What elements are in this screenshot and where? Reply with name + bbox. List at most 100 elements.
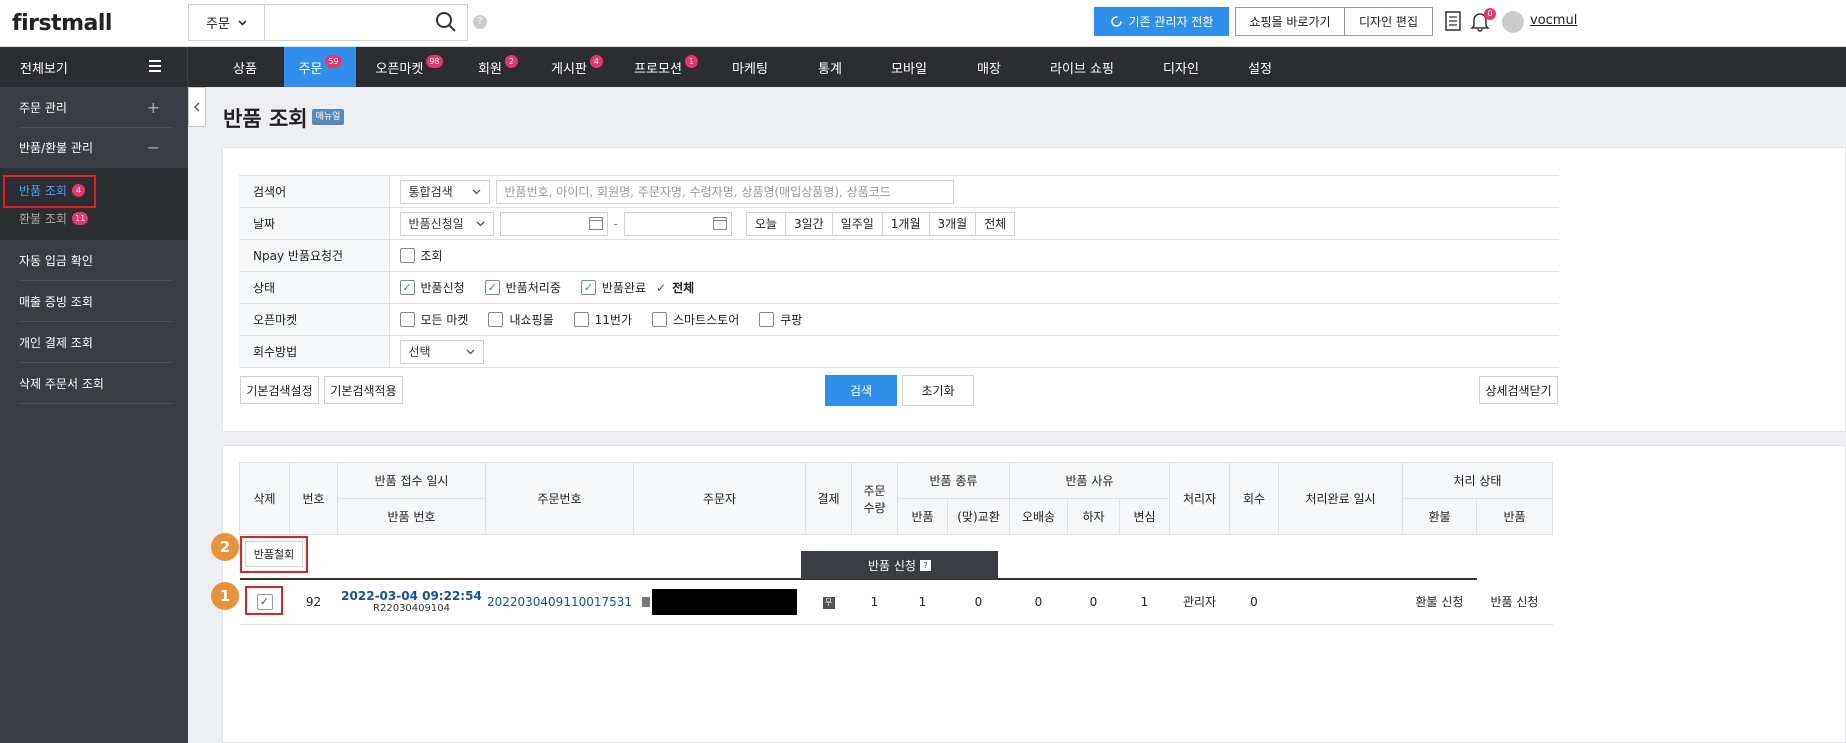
nav-label: 라이브 쇼핑 [1050, 61, 1114, 77]
range-all[interactable]: 전체 [976, 213, 1014, 235]
member-grade-icon [642, 596, 650, 607]
keyword-type-select[interactable]: 통합검색 [399, 179, 490, 204]
cell-reason-defect: 0 [1067, 578, 1120, 625]
select-value: 통합검색 [408, 185, 453, 199]
range-1month[interactable]: 1개월 [883, 212, 930, 235]
start-date-input[interactable] [499, 211, 608, 236]
calendar-icon[interactable] [588, 217, 603, 230]
cell-order-no[interactable]: 2022030409110017531 [485, 578, 634, 625]
search-form: 검색어 통합검색 반품번호, 아이디, 회원명, 주문자명, 수령자명, 상품명… [239, 175, 1559, 368]
help-icon[interactable]: ? [919, 559, 931, 571]
top-bar: firstmall 주문 ? 기존 관리자 전환 쇼핑몰 바로가기 디자인 편집… [0, 0, 1846, 47]
checkbox-label: 반품처리중 [505, 281, 561, 295]
cell-qty: 1 [851, 578, 898, 625]
switch-admin-label: 기존 관리자 전환 [1128, 15, 1214, 29]
nav-label: 모바일 [891, 61, 927, 77]
market-checkbox-own[interactable] [488, 312, 504, 327]
col-handler: 처리자 [1169, 462, 1230, 535]
avatar[interactable] [1502, 11, 1524, 33]
status-checkbox-requested[interactable]: ✓ [399, 280, 415, 295]
range-week[interactable]: 일주일 [833, 212, 883, 235]
col-orderer: 주문자 [633, 462, 806, 535]
status-checkbox-processing[interactable]: ✓ [484, 280, 500, 295]
recovery-method-select[interactable]: 선택 [399, 339, 484, 364]
cell-recovery: 0 [1229, 578, 1279, 625]
cell-receipt-time[interactable]: 2022-03-04 09:22:54 [338, 589, 486, 603]
cell-handler: 관리자 [1169, 578, 1230, 625]
close-detail-search-button[interactable]: 상세검색닫기 [1479, 376, 1558, 404]
market-checkbox-coupang[interactable] [759, 312, 775, 327]
sidebar-item-refund-view[interactable]: 환불 조회 11 [19, 210, 89, 227]
nav-item-mobile[interactable]: 모바일 [872, 47, 946, 87]
highlight-box [3, 175, 96, 208]
range-3days[interactable]: 3일간 [786, 212, 833, 235]
sidebar-item-order-mgmt[interactable]: 주문 관리 + [0, 87, 188, 127]
status-tab-return-request[interactable]: 반품 신청 ? [801, 551, 998, 579]
col-recovery: 회수 [1229, 462, 1279, 535]
col-reason-defect: 하자 [1067, 498, 1120, 535]
manual-badge[interactable]: 매뉴얼 [312, 109, 344, 125]
npay-checkbox[interactable] [399, 248, 415, 263]
nav-item-settings[interactable]: 설정 [1230, 47, 1290, 87]
keyword-input[interactable]: 반품번호, 아이디, 회원명, 주문자명, 수령자명, 상품명(매입상품명), … [495, 179, 954, 204]
sidebar-item-label: 자동 입금 확인 [19, 253, 93, 268]
search-icon[interactable] [435, 11, 457, 33]
go-mall-button[interactable]: 쇼핑몰 바로가기 [1235, 7, 1345, 36]
checkbox-label: 쿠팡 [780, 313, 803, 327]
range-3months[interactable]: 3개월 [930, 212, 977, 235]
col-return-no: 반품 번호 [337, 498, 486, 535]
default-search-apply-button[interactable]: 기본검색적용 [324, 376, 403, 404]
sidebar-item-personal-pay[interactable]: 개인 결제 조회 [0, 322, 188, 362]
cell-reason-change: 1 [1119, 578, 1170, 625]
range-today[interactable]: 오늘 [747, 212, 786, 235]
global-search: 주문 [188, 4, 468, 41]
reset-button[interactable]: 초기화 [902, 375, 974, 406]
search-button[interactable]: 검색 [825, 375, 897, 406]
cell-type-exchange: 0 [947, 578, 1010, 625]
status-checkbox-completed[interactable]: ✓ [580, 280, 596, 295]
nav-item-openmarket[interactable]: 오픈마켓 98 [356, 47, 462, 87]
nav-item-order[interactable]: 주문 59 [284, 47, 356, 87]
chevron-down-icon [238, 19, 247, 26]
default-search-settings-button[interactable]: 기본검색설정 [240, 376, 319, 404]
document-icon[interactable] [1442, 10, 1464, 32]
nav-all-menu[interactable]: 전체보기 [0, 47, 188, 87]
col-done-time: 처리완료 일시 [1278, 462, 1403, 535]
design-edit-button[interactable]: 디자인 편집 [1345, 7, 1433, 36]
status-tab-label: 반품 신청 [868, 558, 916, 573]
nav-item-store[interactable]: 매장 [946, 47, 1032, 87]
market-checkbox-11st[interactable] [573, 312, 589, 327]
cell-return-no[interactable]: R22030409104 [338, 603, 486, 614]
market-checkbox-all[interactable] [399, 312, 415, 327]
date-type-select[interactable]: 반품신청일 [399, 211, 494, 236]
calendar-icon[interactable] [712, 217, 727, 230]
redacted-orderer [652, 588, 797, 615]
npay-label: Npay 반품요청건 [239, 239, 390, 272]
nav-item-board[interactable]: 게시판 4 [534, 47, 620, 87]
npay-checkbox-label: 조회 [420, 249, 443, 263]
sidebar-item-return-mgmt[interactable]: 반품/환불 관리 − [0, 127, 188, 167]
logo[interactable]: firstmall [12, 11, 112, 36]
checkbox-label: 모든 마켓 [420, 313, 469, 327]
nav-item-live[interactable]: 라이브 쇼핑 [1032, 47, 1132, 87]
checkbox-label: 반품신청 [420, 281, 465, 295]
status-all-toggle[interactable]: 전체 [672, 279, 694, 296]
nav-item-promotion[interactable]: 프로모션 1 [620, 47, 712, 87]
market-checkbox-smartstore[interactable] [652, 312, 668, 327]
sidebar-collapse-button[interactable] [188, 87, 206, 127]
nav-item-marketing[interactable]: 마케팅 [712, 47, 788, 87]
select-value: 반품신청일 [408, 217, 464, 231]
end-date-input[interactable] [623, 211, 732, 236]
nav-item-product[interactable]: 상품 [206, 47, 284, 87]
sidebar-item-deleted-orders[interactable]: 삭제 주문서 조회 [0, 363, 188, 403]
nav-item-member[interactable]: 회원 2 [462, 47, 534, 87]
nav-item-design[interactable]: 디자인 [1132, 47, 1230, 87]
username-link[interactable]: vocmul [1530, 13, 1577, 28]
nav-item-stats[interactable]: 통계 [788, 47, 872, 87]
help-icon[interactable]: ? [473, 15, 487, 29]
switch-admin-button[interactable]: 기존 관리자 전환 [1094, 7, 1229, 36]
search-scope-select[interactable]: 주문 [189, 5, 265, 40]
date-separator: - [613, 216, 618, 231]
sidebar-item-sales-proof[interactable]: 매출 증빙 조회 [0, 281, 188, 321]
sidebar-item-auto-deposit[interactable]: 자동 입금 확인 [0, 240, 188, 280]
